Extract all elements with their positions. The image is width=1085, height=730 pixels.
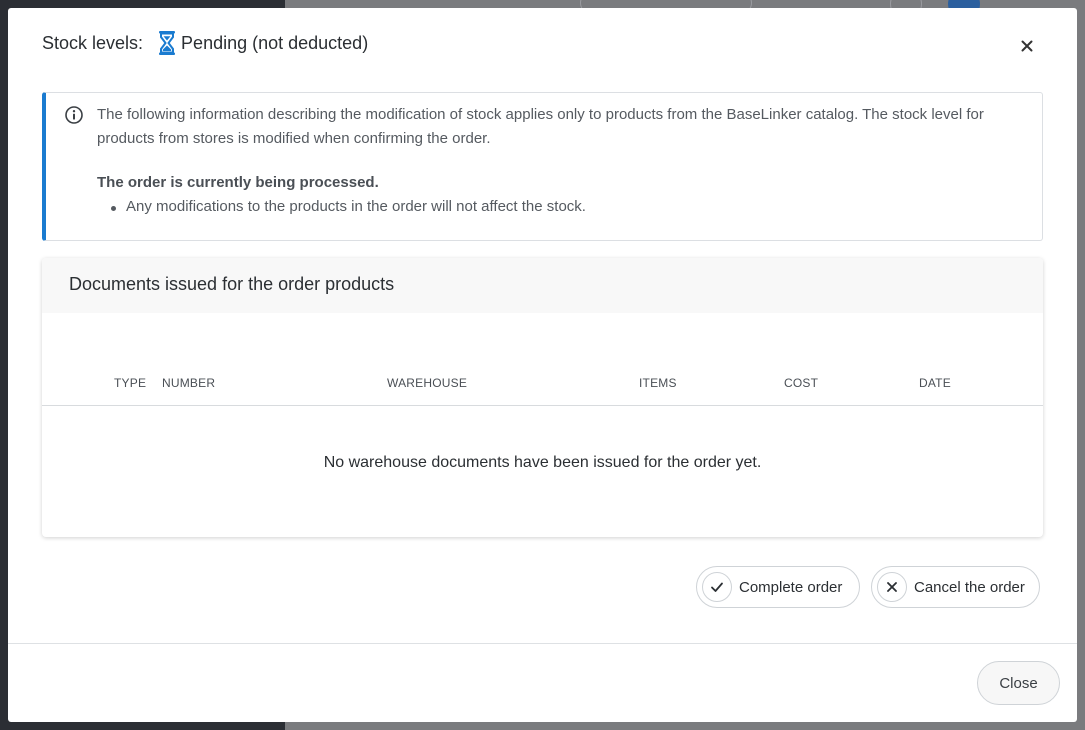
modal-header: Stock levels: Pending (not deducted) (42, 28, 1043, 58)
column-header-date[interactable]: DATE (919, 376, 951, 390)
column-header-warehouse[interactable]: WAREHOUSE (387, 376, 467, 390)
column-header-items[interactable]: ITEMS (639, 376, 677, 390)
table-header-divider (42, 405, 1043, 406)
close-icon[interactable] (1019, 38, 1035, 54)
cancel-order-button[interactable]: Cancel the order (871, 566, 1040, 608)
info-bullet-item: Any modifications to the products in the… (111, 198, 586, 215)
documents-card-title: Documents issued for the order products (69, 274, 395, 294)
footer-divider (8, 643, 1077, 644)
documents-card-header: Documents issued for the order products (42, 258, 1043, 313)
column-header-number[interactable]: NUMBER (162, 376, 215, 390)
check-icon (702, 572, 732, 602)
documents-empty-message: No warehouse documents have been issued … (323, 454, 762, 471)
cancel-order-label: Cancel the order (914, 578, 1025, 596)
close-button[interactable]: Close (977, 661, 1060, 705)
info-notice: The following information describing the… (42, 92, 1043, 241)
column-header-type[interactable]: TYPE (114, 376, 146, 390)
info-description: The following information describing the… (97, 106, 984, 147)
documents-card: Documents issued for the order products … (42, 258, 1043, 537)
order-stock-status: Pending (not deducted) (181, 32, 369, 53)
info-processing-heading: The order is currently being processed. (97, 174, 379, 191)
info-icon (64, 105, 84, 125)
modal-title-label: Stock levels: (42, 32, 144, 53)
complete-order-button[interactable]: Complete order (696, 566, 860, 608)
column-header-cost[interactable]: COST (784, 376, 818, 390)
cancel-icon (877, 572, 907, 602)
hourglass-icon (157, 30, 177, 56)
stock-levels-modal: Stock levels: Pending (not deducted) The (8, 8, 1077, 722)
complete-order-label: Complete order (739, 578, 843, 596)
